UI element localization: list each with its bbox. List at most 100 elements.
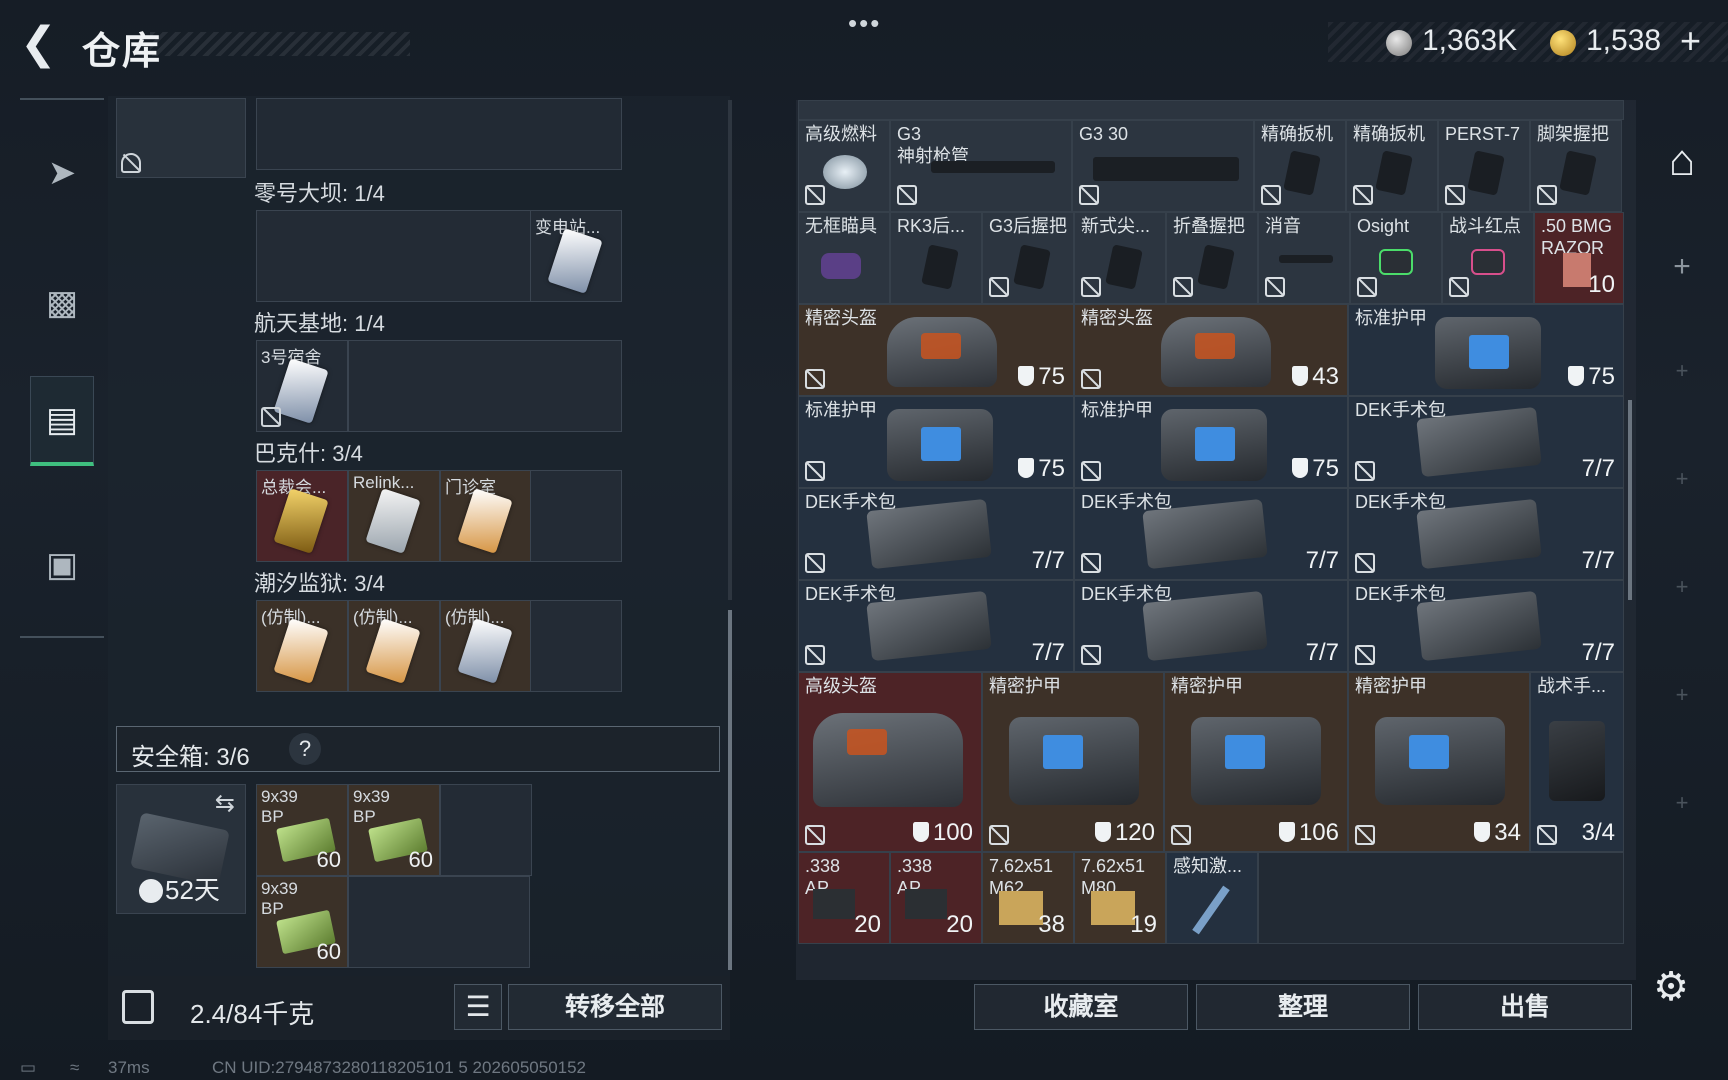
grip-icon	[921, 244, 959, 290]
list-item[interactable]: 7.62x51 M80 19	[1074, 852, 1166, 944]
list-item[interactable]: 战术手... 3/4	[1530, 672, 1624, 852]
armor-icon	[1292, 458, 1309, 478]
lock-icon[interactable]	[122, 990, 154, 1024]
list-item[interactable]: 门诊室	[440, 470, 532, 562]
list-item[interactable]: 标准护甲 75	[1348, 304, 1624, 396]
list-item[interactable]: 精密护甲 34	[1348, 672, 1530, 852]
trigger-icon	[1283, 150, 1321, 196]
backpack-icon[interactable]: ▩	[30, 258, 94, 348]
list-item[interactable]: 变电站...	[530, 210, 622, 302]
add-slot-icon[interactable]: +	[1646, 250, 1718, 284]
list-item[interactable]: 精确扳机	[1254, 120, 1346, 212]
more-menu-icon[interactable]: •••	[848, 8, 881, 39]
list-item[interactable]: 精密头盔 75	[798, 304, 1074, 396]
list-icon[interactable]: ☰	[454, 984, 502, 1030]
list-item[interactable]: 战斗红点	[1442, 212, 1534, 304]
organize-button[interactable]: 整理	[1196, 984, 1410, 1030]
medkit-icon	[1142, 590, 1268, 662]
no-trade-icon	[1445, 185, 1465, 205]
list-item[interactable]: DEK手术包 7/7	[1348, 488, 1624, 580]
list-item[interactable]: 3号宿舍	[256, 340, 348, 432]
list-item[interactable]: RK3后...	[890, 212, 982, 304]
container-icon[interactable]: ▤	[30, 376, 94, 466]
list-item[interactable]: DEK手术包 7/7	[1074, 580, 1348, 672]
group-label: 航天基地: 1/4	[254, 311, 385, 336]
list-item[interactable]: .338 AP 20	[798, 852, 890, 944]
swap-icon[interactable]: ⇆	[215, 789, 235, 818]
stash-icon[interactable]: ⌂	[1646, 136, 1718, 186]
list-item[interactable]: Osight	[1350, 212, 1442, 304]
partial-row	[798, 100, 1624, 120]
list-item[interactable]: Relink...	[348, 470, 440, 562]
armor-icon	[1278, 822, 1295, 842]
list-item[interactable]: PERST-7	[1438, 120, 1530, 212]
empty-slot	[530, 470, 622, 562]
list-item[interactable]: 感知激...	[1166, 852, 1258, 944]
list-item[interactable]: 精密护甲 120	[982, 672, 1164, 852]
list-item[interactable]: 精密头盔 43	[1074, 304, 1348, 396]
list-item[interactable]: (仿制)...	[256, 600, 348, 692]
scrollbar[interactable]	[728, 610, 732, 970]
weapon-icon[interactable]: ➤	[30, 128, 94, 218]
armor-icon	[912, 822, 929, 842]
top-bar: ❮ 仓库 ••• 1,363K 1,538 +	[0, 0, 1728, 88]
add-slot-icon: +	[1675, 574, 1689, 599]
list-item[interactable]: 标准护甲 75	[1074, 396, 1348, 488]
list-item[interactable]: (仿制)...	[440, 600, 532, 692]
list-item[interactable]: .50 BMG RAZOR 10	[1534, 212, 1624, 304]
suppressor-icon	[1279, 255, 1333, 263]
list-item[interactable]: 精确扳机	[1346, 120, 1438, 212]
list-item[interactable]: 9x39 BP 60	[256, 876, 348, 968]
list-item[interactable]: G3 神射枪管	[890, 120, 1072, 212]
keycard-icon	[365, 618, 421, 684]
add-slot-icon: +	[1675, 682, 1689, 707]
helmet-icon	[887, 317, 997, 387]
list-item[interactable]: G3 30	[1072, 120, 1254, 212]
list-item[interactable]: (仿制)...	[348, 600, 440, 692]
list-item[interactable]: DEK手术包 7/7	[798, 488, 1074, 580]
add-currency-button[interactable]: +	[1680, 20, 1701, 62]
collection-button[interactable]: 收藏室	[974, 984, 1188, 1030]
list-item[interactable]: .338 AP 20	[890, 852, 982, 944]
list-item[interactable]: 折叠握把	[1166, 212, 1258, 304]
list-item[interactable]: DEK手术包 7/7	[1348, 580, 1624, 672]
no-trade-icon	[1355, 825, 1375, 845]
no-trade-icon	[1357, 277, 1377, 297]
list-item[interactable]: 高级燃料	[798, 120, 890, 212]
magazine-icon	[1093, 157, 1239, 181]
keycard-icon	[457, 488, 513, 554]
list-item[interactable]: 脚架握把	[1530, 120, 1622, 212]
list-item[interactable]: 精密护甲 106	[1164, 672, 1348, 852]
grip-icon	[1105, 244, 1143, 290]
sell-button[interactable]: 出售	[1418, 984, 1632, 1030]
list-item[interactable]: 7.62x51 M62 38	[982, 852, 1074, 944]
list-item[interactable]: 无框瞄具	[798, 212, 890, 304]
scrollbar[interactable]	[1628, 400, 1632, 600]
no-trade-icon	[1537, 185, 1557, 205]
list-item[interactable]: G3后握把	[982, 212, 1074, 304]
add-slot-icon: +	[1675, 790, 1689, 815]
partial-item[interactable]	[116, 98, 246, 178]
list-item[interactable]: DEK手术包 7/7	[798, 580, 1074, 672]
empty-slots	[1258, 852, 1624, 944]
gear-icon[interactable]: ⚙	[1648, 964, 1694, 1010]
list-item[interactable]: 总裁会...	[256, 470, 348, 562]
list-item[interactable]: 标准护甲 75	[798, 396, 1074, 488]
right-sidebar: ⌂ + + + + + +	[1646, 100, 1718, 980]
list-item[interactable]: 高级头盔 100	[798, 672, 982, 852]
toolbox-icon[interactable]: ▣	[30, 520, 94, 610]
title-hatch-decoration	[150, 32, 410, 56]
back-arrow-icon[interactable]: ❮	[20, 22, 60, 66]
list-item[interactable]: 消音	[1258, 212, 1350, 304]
list-item[interactable]: DEK手术包 7/7	[1074, 488, 1348, 580]
safe-box-case[interactable]: ⇆ 52天	[116, 784, 246, 914]
list-item[interactable]: 9x39 BP 60	[256, 784, 348, 876]
list-item[interactable]: 9x39 BP 60	[348, 784, 440, 876]
red-dot-icon	[1471, 249, 1505, 275]
help-icon[interactable]: ?	[289, 733, 321, 765]
transfer-all-button[interactable]: 转移全部	[508, 984, 722, 1030]
list-item[interactable]: 新式尖...	[1074, 212, 1166, 304]
add-slot-icon: +	[1675, 466, 1689, 491]
medkit-icon	[866, 590, 992, 662]
list-item[interactable]: DEK手术包 7/7	[1348, 396, 1624, 488]
